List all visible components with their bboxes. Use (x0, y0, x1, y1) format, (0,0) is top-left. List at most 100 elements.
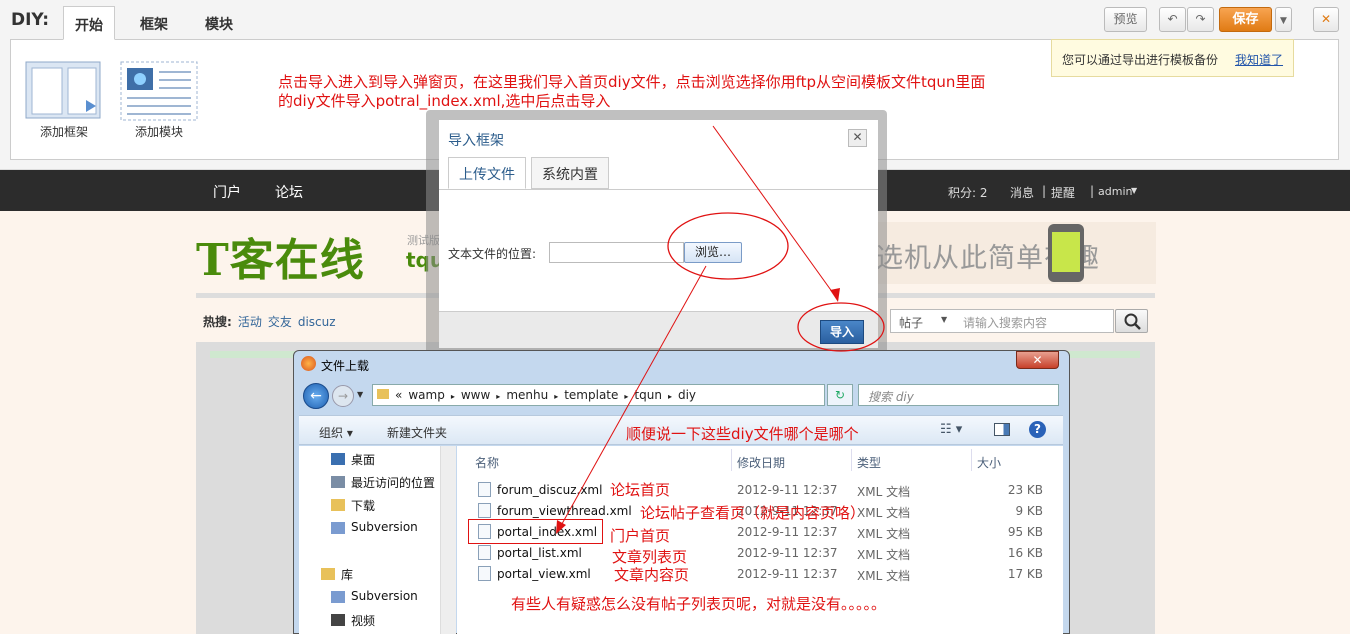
forward-arrow-icon[interactable]: → (332, 385, 354, 407)
path-segment[interactable]: www (461, 388, 490, 402)
tab-frame[interactable]: 框架 (129, 6, 179, 40)
file-name[interactable]: forum_viewthread.xml (497, 504, 632, 518)
tree-item-desktop[interactable]: 桌面 (331, 451, 375, 468)
hot-search: 热搜: 活动 交友 discuz (203, 313, 336, 330)
col-size[interactable]: 大小 (977, 454, 1001, 471)
annotation-main-line2: 的diy文件导入potral_index.xml,选中后点击导入 (278, 92, 611, 110)
tab-start[interactable]: 开始 (63, 6, 115, 40)
module-icon (120, 61, 198, 121)
file-type: XML 文档 (857, 485, 911, 499)
help-icon[interactable]: ? (1029, 421, 1046, 438)
file-location-label: 文本文件的位置: (448, 247, 537, 261)
path-segment[interactable]: tqun (634, 388, 662, 402)
file-window-close-icon[interactable]: ✕ (1016, 351, 1059, 369)
annotation-main-line1: 点击导入进入到导入弹窗页，在这里我们导入首页diy文件，点击浏览选择你用ftp从… (278, 73, 986, 91)
redo-button[interactable]: ↷ (1187, 7, 1214, 32)
frame-icon (25, 61, 101, 119)
site-logo[interactable]: T客在线 (196, 224, 365, 288)
view-options-icon[interactable]: ☷ ▾ (940, 422, 962, 437)
tree-label: 视频 (351, 614, 376, 628)
hot-item[interactable]: 交友 (268, 315, 292, 329)
tree-label: Subversion (351, 520, 418, 534)
path-segment[interactable]: diy (678, 388, 696, 402)
nav-user[interactable]: admin (1098, 185, 1132, 198)
path-sep-icon: ▸ (450, 392, 455, 401)
tree-item-video[interactable]: 视频 (331, 612, 375, 629)
save-dropdown-button[interactable]: ▼ (1275, 7, 1292, 32)
back-arrow-icon[interactable]: ← (303, 383, 329, 409)
xml-file-icon (478, 545, 491, 560)
col-divider (731, 449, 732, 471)
nav-messages[interactable]: 消息 (1010, 184, 1034, 201)
preview-button[interactable]: 预览 (1104, 7, 1147, 32)
recent-icon (331, 476, 345, 488)
add-module-label: 添加模块 (134, 125, 183, 139)
tree-label: 最近访问的位置 (351, 476, 436, 490)
file-date: 2012-9-11 12:37 (737, 525, 838, 539)
diy-close-button[interactable]: ✕ (1313, 7, 1339, 32)
tree-label: 桌面 (351, 453, 376, 467)
search-type-select[interactable]: 帖子 ▼ (890, 309, 959, 333)
address-bar[interactable]: « wamp ▸ www ▸ menhu ▸ template ▸ tqun ▸ diy (372, 384, 825, 406)
col-type[interactable]: 类型 (857, 454, 881, 471)
library-icon (321, 568, 335, 580)
tab-divider (439, 189, 878, 190)
tree-label: 下载 (351, 499, 376, 513)
undo-icon: ↶ (1167, 12, 1178, 26)
file-name[interactable]: forum_discuz.xml (497, 483, 602, 497)
col-divider (971, 449, 972, 471)
tab-builtin[interactable]: 系统内置 (531, 157, 609, 189)
col-name[interactable]: 名称 (475, 454, 499, 471)
path-segment[interactable]: wamp (408, 388, 444, 402)
file-name[interactable]: portal_list.xml (497, 546, 582, 560)
col-date[interactable]: 修改日期 (737, 454, 785, 471)
history-chevron-icon[interactable]: ▼ (357, 390, 363, 399)
file-date: 2012-9-11 12:37 (737, 546, 838, 560)
search-input[interactable]: 请输入搜索内容 (958, 309, 1114, 333)
user-chevron-icon[interactable]: ▼ (1131, 186, 1137, 195)
firefox-icon (301, 356, 316, 371)
hot-item[interactable]: 活动 (238, 315, 262, 329)
annotation-forum-thread: 论坛帖子查看页（就是内容页咯） (640, 504, 866, 522)
file-search-input[interactable]: 搜索 diy (858, 384, 1059, 406)
path-sep-icon: ▸ (496, 392, 501, 401)
nav-forum[interactable]: 论坛 (275, 182, 303, 202)
add-frame-button[interactable]: 添加框架 (24, 60, 104, 140)
tab-module[interactable]: 模块 (194, 6, 244, 40)
path-segment[interactable]: template (564, 388, 618, 402)
file-date: 2012-9-11 12:37 (737, 483, 838, 497)
preview-pane-icon[interactable] (994, 423, 1010, 436)
annotation-which-file: 顺便说一下这些diy文件哪个是哪个 (626, 425, 859, 443)
organize-button[interactable]: 组织 ▾ (319, 424, 353, 441)
add-module-button[interactable]: 添加模块 (119, 60, 199, 140)
file-window-title: 文件上载 (321, 359, 370, 373)
import-dialog-close-icon[interactable]: ✕ (848, 129, 867, 147)
path-sep-icon: ▸ (667, 392, 672, 401)
file-name[interactable]: portal_view.xml (497, 567, 591, 581)
tooltip-dismiss-link[interactable]: 我知道了 (1235, 51, 1283, 68)
search-button[interactable] (1115, 309, 1148, 333)
tree-item-recent[interactable]: 最近访问的位置 (331, 474, 435, 491)
tree-item-subversion[interactable]: Subversion (331, 520, 418, 534)
tree-item-library[interactable]: 库 (321, 566, 353, 583)
refresh-icon[interactable]: ↻ (827, 384, 853, 406)
nav-score[interactable]: 积分: 2 (948, 184, 988, 201)
new-folder-button[interactable]: 新建文件夹 (387, 424, 447, 441)
browse-button[interactable]: 浏览… (684, 242, 742, 263)
nav-remind[interactable]: 提醒 (1051, 184, 1075, 201)
nav-portal[interactable]: 门户 (213, 182, 241, 202)
import-button[interactable]: 导入 (820, 320, 864, 344)
tree-scrollbar[interactable] (440, 446, 456, 634)
annotation-article-view: 文章内容页 (614, 566, 690, 584)
path-overflow[interactable]: « (395, 388, 402, 402)
tree-item-downloads[interactable]: 下载 (331, 497, 375, 514)
hot-item[interactable]: discuz (298, 315, 336, 329)
undo-button[interactable]: ↶ (1159, 7, 1186, 32)
path-segment[interactable]: menhu (506, 388, 548, 402)
search-type-value: 帖子 (899, 316, 924, 330)
file-path-input[interactable] (549, 242, 684, 263)
nav-separator-2: | (1090, 184, 1095, 198)
save-button[interactable]: 保存 (1219, 7, 1272, 32)
tree-item-subversion-2[interactable]: Subversion (331, 589, 418, 603)
tab-upload-file[interactable]: 上传文件 (448, 157, 526, 189)
